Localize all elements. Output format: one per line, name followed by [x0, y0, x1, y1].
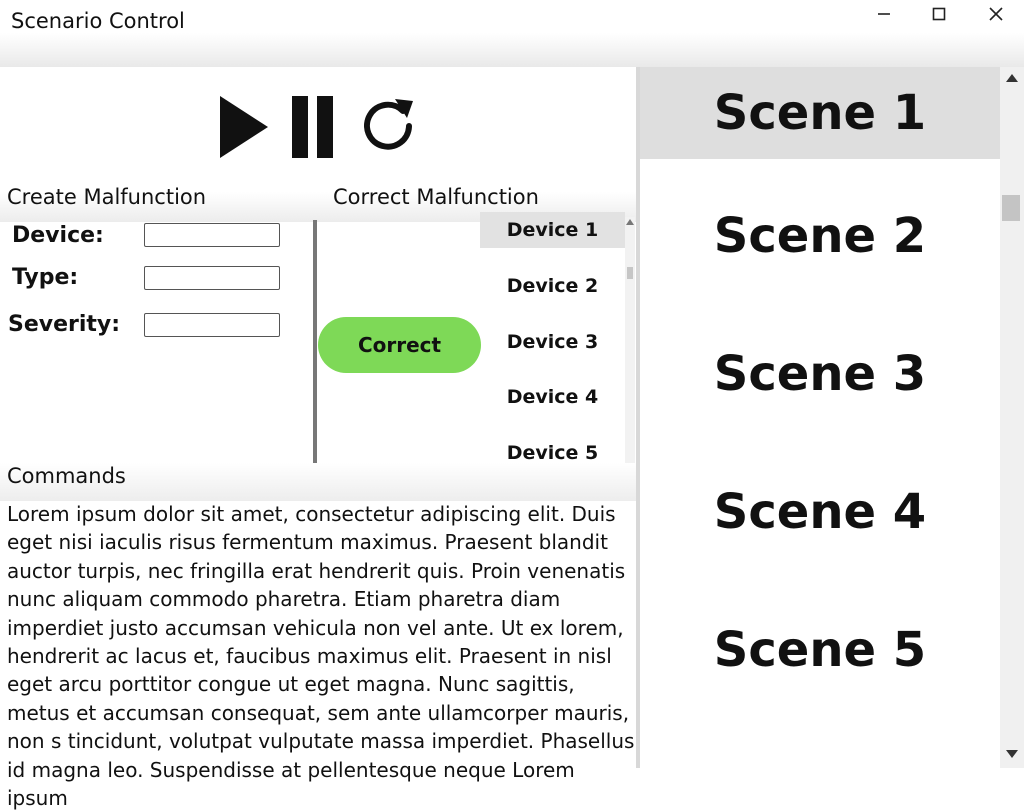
window-title: Scenario Control: [11, 9, 185, 33]
play-icon: [220, 96, 268, 158]
pause-icon: [292, 96, 333, 158]
pause-button[interactable]: [291, 96, 335, 162]
scene-list-scroll-thumb[interactable]: [1002, 195, 1020, 221]
maximize-icon: [932, 7, 946, 21]
play-button[interactable]: [219, 96, 269, 162]
playback-controls: [0, 67, 637, 187]
commands-text: Lorem ipsum dolor sit amet, consectetur …: [7, 502, 635, 811]
correct-malfunction-heading: Correct Malfunction: [333, 185, 539, 209]
severity-label: Severity:: [8, 312, 121, 337]
scene-list-scrollbar[interactable]: [1000, 67, 1024, 768]
toolbar-strip: [0, 33, 1024, 67]
severity-input[interactable]: [144, 313, 280, 337]
scroll-up-arrow-icon[interactable]: [1006, 74, 1018, 82]
device-list-item[interactable]: Device 2: [480, 268, 625, 304]
device-list-scrollbar[interactable]: [625, 217, 635, 501]
scene-list-item[interactable]: Scene 3: [640, 328, 1000, 420]
panel-divider: [313, 220, 317, 487]
control-panel: Create Malfunction Correct Malfunction D…: [0, 67, 637, 810]
scene-list-item[interactable]: Scene 5: [640, 604, 1000, 696]
device-list-item[interactable]: Device 1: [480, 212, 625, 248]
scene-list-item[interactable]: Scene 1: [640, 67, 1000, 159]
correct-button[interactable]: Correct: [318, 317, 481, 373]
scroll-up-arrow-icon[interactable]: [626, 219, 634, 225]
commands-heading: Commands: [7, 464, 126, 488]
minimize-icon: [878, 13, 890, 15]
close-button[interactable]: [972, 0, 1020, 28]
device-label: Device:: [12, 223, 104, 248]
scroll-down-arrow-icon[interactable]: [1006, 750, 1018, 758]
maximize-button[interactable]: [915, 0, 963, 28]
device-list-item[interactable]: Device 4: [480, 379, 625, 415]
device-list-scroll-thumb[interactable]: [627, 267, 633, 279]
scene-list-item[interactable]: Scene 2: [640, 190, 1000, 282]
close-icon: [989, 7, 1003, 21]
type-input[interactable]: [144, 266, 280, 290]
scene-list-item[interactable]: Scene 4: [640, 466, 1000, 558]
create-malfunction-heading: Create Malfunction: [7, 185, 207, 209]
restart-button[interactable]: [359, 96, 419, 160]
device-input[interactable]: [144, 223, 280, 247]
device-list-item[interactable]: Device 3: [480, 324, 625, 360]
restart-icon: [364, 99, 413, 150]
minimize-button[interactable]: [860, 0, 908, 28]
scene-list: Scene 1 Scene 2 Scene 3 Scene 4 Scene 5: [640, 67, 1000, 768]
type-label: Type:: [12, 265, 79, 290]
